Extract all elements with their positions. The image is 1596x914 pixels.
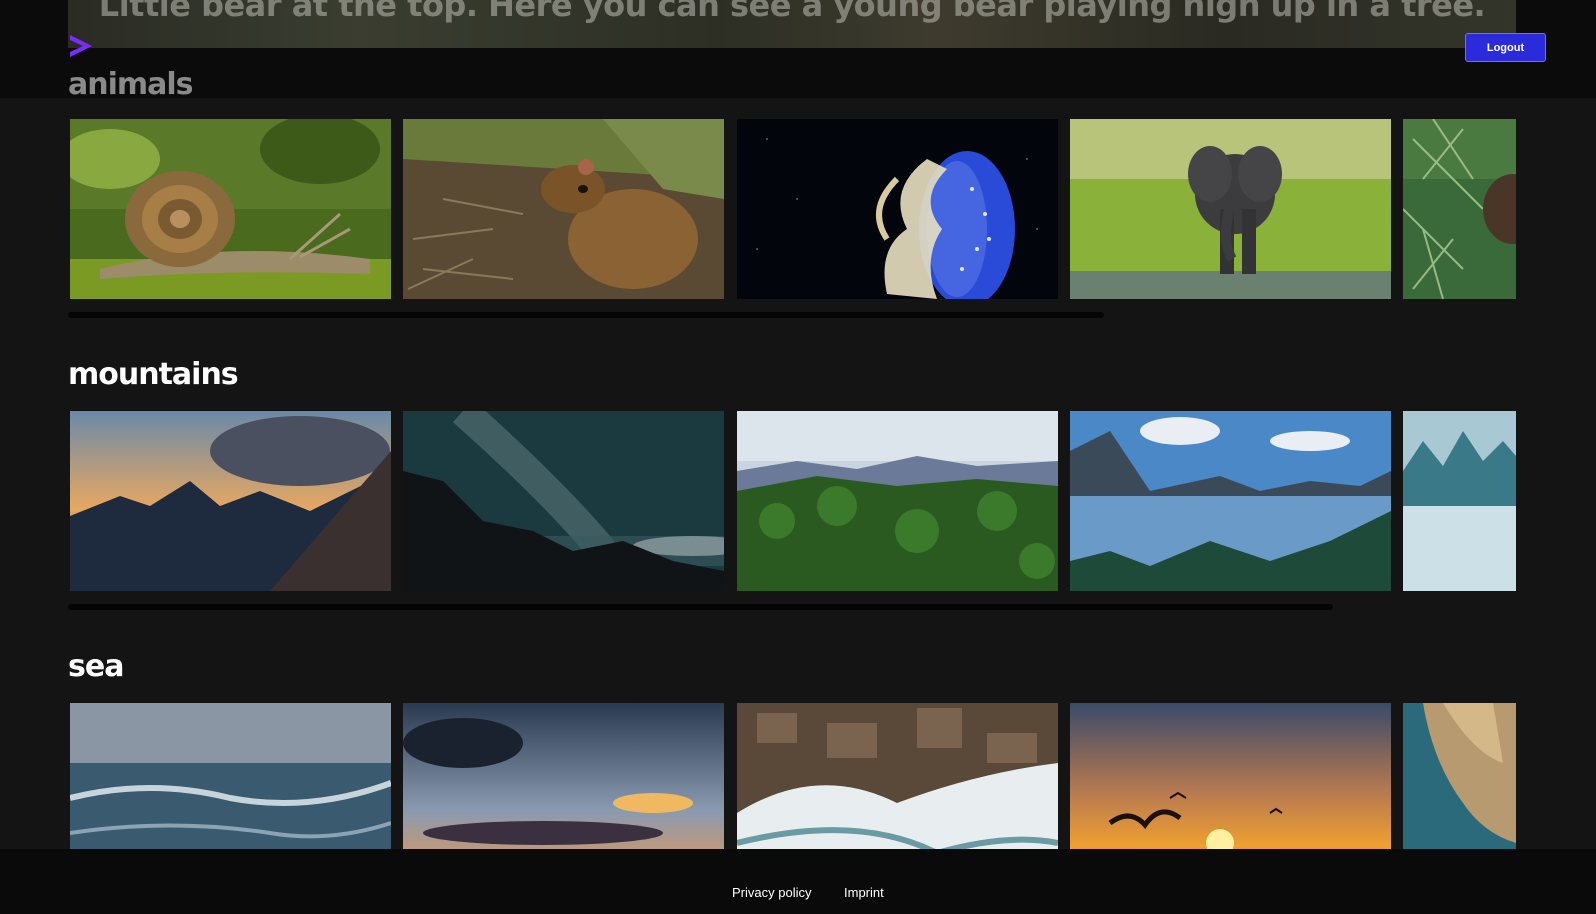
video-tile-elephant[interactable] bbox=[1070, 119, 1391, 299]
animals-row[interactable] bbox=[68, 119, 1516, 299]
video-tile-pine-branch[interactable] bbox=[1403, 119, 1516, 299]
video-tile-snail[interactable] bbox=[70, 119, 391, 299]
footer: Privacy policy Imprint bbox=[0, 849, 1596, 914]
video-tile-misty-karst[interactable] bbox=[1403, 411, 1516, 591]
section-title-mountains: mountains bbox=[68, 357, 239, 392]
privacy-policy-link[interactable]: Privacy policy bbox=[732, 885, 811, 900]
video-tile-coastal-cliff[interactable] bbox=[1403, 703, 1516, 849]
video-tile-milky-way-ridge[interactable] bbox=[403, 411, 724, 591]
video-tile-stormy-waves[interactable] bbox=[70, 703, 391, 849]
section-title-sea: sea bbox=[68, 649, 124, 684]
header-background bbox=[0, 48, 1596, 98]
section-title-animals: animals bbox=[68, 67, 194, 102]
video-tile-jellyfish[interactable] bbox=[737, 119, 1058, 299]
video-tile-cloud-sea-lake[interactable] bbox=[1070, 411, 1391, 591]
sea-row[interactable] bbox=[68, 703, 1516, 849]
logout-button[interactable]: Logout bbox=[1465, 33, 1546, 62]
video-tile-sunrays-over-sea[interactable] bbox=[403, 703, 724, 849]
mountains-scrollbar[interactable] bbox=[68, 604, 1333, 610]
video-tile-rocky-shore-aerial[interactable] bbox=[737, 703, 1058, 849]
mountains-row[interactable] bbox=[68, 411, 1516, 591]
hero-caption: Little bear at the top. Here you can see… bbox=[98, 0, 1486, 24]
imprint-link[interactable]: Imprint bbox=[844, 885, 884, 900]
chevron-right-icon[interactable] bbox=[68, 33, 94, 59]
hero-banner: Little bear at the top. Here you can see… bbox=[68, 0, 1516, 48]
video-tile-sunset-peaks[interactable] bbox=[70, 411, 391, 591]
header-background-left bbox=[0, 0, 68, 48]
video-tile-forest-valley[interactable] bbox=[737, 411, 1058, 591]
animals-scrollbar[interactable] bbox=[68, 312, 1104, 318]
video-tile-agouti[interactable] bbox=[403, 119, 724, 299]
video-tile-sunset-gulls[interactable] bbox=[1070, 703, 1391, 849]
